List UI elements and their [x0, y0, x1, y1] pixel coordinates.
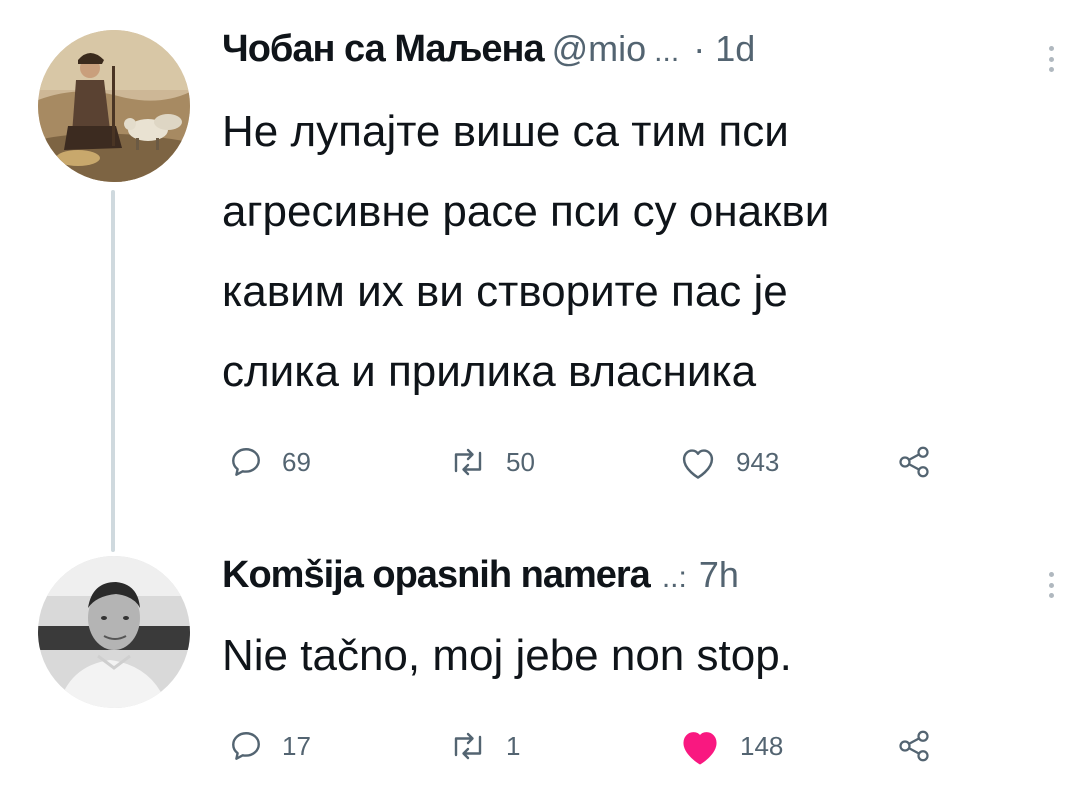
- retweet-button[interactable]: 50: [448, 438, 535, 486]
- avatar[interactable]: [38, 30, 190, 182]
- share-icon: [899, 446, 929, 478]
- reply-button[interactable]: 17: [228, 722, 311, 770]
- share-button[interactable]: [894, 722, 934, 770]
- more-icon[interactable]: [1046, 572, 1056, 598]
- like-button[interactable]: 148: [678, 722, 783, 770]
- separator-dot: ·: [693, 28, 706, 69]
- like-icon: [683, 732, 717, 765]
- timestamp[interactable]: 7h: [699, 554, 739, 596]
- tweet-text: Nie tačno, moj jebe non stop.: [222, 631, 792, 680]
- reply-count: 69: [282, 446, 311, 477]
- tweet-header: Чобан са Маљена @mio ... · 1d: [222, 28, 1056, 86]
- action-bar: 69 50 943: [222, 438, 942, 486]
- tweet-text: Не лупајте више са тим пси агресивне рас…: [222, 107, 830, 396]
- retweet-count: 50: [506, 446, 535, 477]
- retweet-icon: [454, 732, 482, 760]
- like-count: 148: [740, 730, 784, 761]
- avatar-portrait-photo: [38, 556, 190, 708]
- author-name[interactable]: Чобан са Маљена: [222, 28, 545, 71]
- retweet-count: 1: [506, 730, 521, 761]
- retweet-icon: [454, 448, 482, 476]
- author-handle[interactable]: @mio: [552, 28, 647, 70]
- more-icon[interactable]: [1046, 46, 1056, 72]
- tweet-header: Komšija opasnih namera ..: 7h: [222, 554, 1056, 612]
- handle-truncation: ...: [654, 35, 680, 68]
- avatar[interactable]: [38, 556, 190, 708]
- tweet[interactable]: Komšija opasnih namera ..: 7h Nie tačno,…: [222, 554, 1056, 765]
- like-button[interactable]: 943: [678, 438, 779, 486]
- retweet-button[interactable]: 1: [448, 722, 520, 770]
- avatar-shepherd-painting: [38, 30, 190, 182]
- reply-icon: [232, 448, 260, 476]
- like-icon: [682, 449, 714, 479]
- reply-count: 17: [282, 730, 311, 761]
- action-bar: 17 1 148: [222, 722, 942, 770]
- share-button[interactable]: [894, 438, 934, 486]
- share-icon: [899, 730, 929, 762]
- handle-truncation: ..:: [661, 561, 687, 594]
- tweet[interactable]: Чобан са Маљена @mio ... · 1d Не лупајте…: [222, 28, 1056, 479]
- reply-icon: [232, 732, 260, 760]
- timestamp[interactable]: 1d: [715, 28, 755, 70]
- like-count: 943: [736, 446, 780, 477]
- reply-button[interactable]: 69: [228, 438, 311, 486]
- thread-connector-line: [111, 190, 115, 552]
- author-name[interactable]: Komšija opasnih namera: [222, 554, 651, 597]
